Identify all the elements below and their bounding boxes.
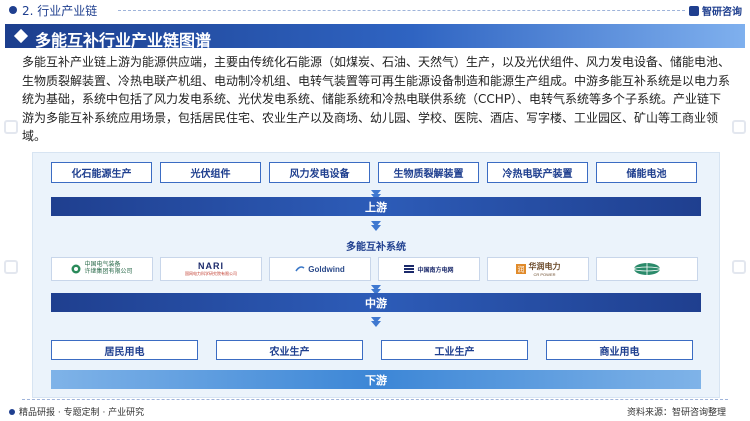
- watermark-icon: [732, 260, 746, 274]
- upstream-item: 冷热电联产装置: [487, 162, 588, 183]
- watermark-icon: [4, 260, 18, 274]
- footer-slogan: 精品研报 · 专题定制 · 产业研究: [9, 405, 144, 418]
- downstream-item: 农业生产: [216, 340, 363, 360]
- upstream-bar: 上游: [51, 197, 701, 216]
- upstream-item: 储能电池: [596, 162, 697, 183]
- title-banner: 多能互补行业产业链图谱: [5, 24, 745, 50]
- page-title: 多能互补行业产业链图谱: [35, 31, 212, 50]
- upstream-item: 生物质裂解装置: [378, 162, 479, 183]
- downstream-items: 居民用电 农业生产 工业生产 商业用电: [51, 340, 693, 360]
- company-logo: NARI 国网电力科学研究院有限公司: [160, 257, 262, 281]
- upstream-item: 化石能源生产: [51, 162, 152, 183]
- logo-line: NARI: [198, 261, 224, 271]
- upstream-item: 光伏组件: [160, 162, 261, 183]
- watermark-icon: [4, 120, 18, 134]
- logo-line: 华润电力: [528, 262, 561, 271]
- upstream-items: 化石能源生产 光伏组件 风力发电设备 生物质裂解装置 冷热电联产装置 储能电池: [51, 162, 697, 183]
- company-logo: 润 华润电力 CR POWER: [487, 257, 589, 281]
- footer-divider: [22, 399, 728, 400]
- svg-text:润: 润: [517, 265, 524, 274]
- top-bar: 2. 行业产业链 智研咨询: [0, 0, 750, 20]
- brand-name: 智研咨询: [702, 7, 742, 18]
- divider: [118, 10, 685, 11]
- bullet-icon: [9, 6, 17, 14]
- footer-slogan-text: 精品研报 · 专题定制 · 产业研究: [19, 408, 145, 418]
- chevron-down-icon: [371, 321, 381, 327]
- company-logo: 中国电气装备 许继集团有限公司: [51, 257, 153, 281]
- chevron-down-icon: [371, 225, 381, 231]
- midstream-title: 多能互补系统: [346, 242, 406, 253]
- logo-line: 许继集团有限公司: [84, 269, 133, 275]
- downstream-item: 商业用电: [546, 340, 693, 360]
- source-note: 资料来源：智研咨询整理: [626, 408, 726, 418]
- company-logo: [596, 257, 698, 281]
- downstream-item: 居民用电: [51, 340, 198, 360]
- logo-line: 中国南方电网: [417, 267, 454, 274]
- diamond-icon: [13, 28, 29, 44]
- csg-logo-icon: [404, 265, 415, 273]
- midstream-bar: 中游: [51, 293, 701, 312]
- industry-chain-diagram: 化石能源生产 光伏组件 风力发电设备 生物质裂解装置 冷热电联产装置 储能电池 …: [32, 152, 720, 398]
- china-electric-logo-icon: [71, 264, 81, 274]
- company-logo: 中国南方电网: [378, 257, 480, 281]
- goldwind-logo-icon: [295, 266, 305, 272]
- downstream-item: 工业生产: [381, 340, 528, 360]
- upstream-item: 风力发电设备: [269, 162, 370, 183]
- midstream-logos: 中国电气装备 许继集团有限公司 NARI 国网电力科学研究院有限公司 Goldwi…: [51, 257, 698, 281]
- bullet-icon: [9, 409, 15, 415]
- cr-power-logo-icon: 润: [515, 264, 526, 274]
- logo-line: 中国电气装备: [84, 262, 121, 268]
- logo-line: Goldwind: [308, 264, 345, 274]
- description-paragraph: 多能互补产业链上游为能源供应端，主要由传统化石能源（如煤炭、石油、天然气）生产，…: [22, 55, 731, 143]
- logo-line: CR POWER: [533, 272, 556, 277]
- company-logo: Goldwind: [269, 257, 371, 281]
- section-title: 2. 行业产业链: [22, 4, 98, 18]
- brand-logo: 智研咨询: [689, 3, 742, 18]
- logo-line: 国网电力科学研究院有限公司: [185, 271, 237, 276]
- watermark-icon: [732, 120, 746, 134]
- brand-logo-icon: [689, 6, 699, 16]
- downstream-bar: 下游: [51, 370, 701, 389]
- grid-globe-logo-icon: [633, 263, 661, 275]
